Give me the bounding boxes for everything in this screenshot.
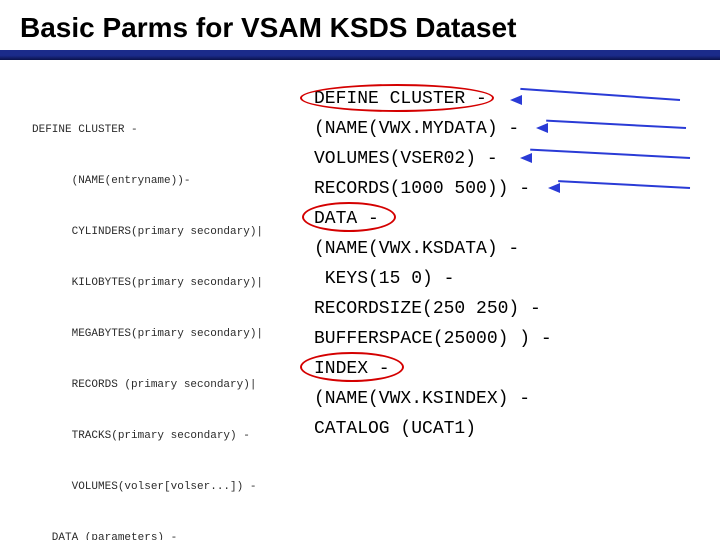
syntax-line: VOLUMES(volser[volser...]) -: [32, 479, 263, 496]
syntax-line: TRACKS(primary secondary) -: [32, 428, 263, 445]
example-line: (NAME(VWX.MYDATA) -: [298, 114, 552, 144]
example-line: DEFINE CLUSTER -: [298, 84, 552, 114]
syntax-line: KILOBYTES(primary secondary)|: [32, 275, 263, 292]
syntax-line: CYLINDERS(primary secondary)|: [32, 224, 263, 241]
example-line: (NAME(VWX.KSINDEX) -: [298, 384, 552, 414]
title-rule: [0, 50, 720, 60]
example-line: BUFFERSPACE(25000) ) -: [298, 324, 552, 354]
example-line: (NAME(VWX.KSDATA) -: [298, 234, 552, 264]
example-line: RECORDS(1000 500)) -: [298, 174, 552, 204]
example-line: KEYS(15 0) -: [298, 264, 552, 294]
syntax-line: MEGABYTES(primary secondary)|: [32, 326, 263, 343]
syntax-line: RECORDS (primary secondary)|: [32, 377, 263, 394]
example-line: INDEX -: [298, 354, 552, 384]
syntax-line: (NAME(entryname))-: [32, 173, 263, 190]
syntax-block: DEFINE CLUSTER - (NAME(entryname))- CYLI…: [32, 88, 263, 540]
example-line: CATALOG (UCAT1): [298, 414, 552, 444]
slide: Basic Parms for VSAM KSDS Dataset DEFINE…: [0, 0, 720, 540]
example-line: RECORDSIZE(250 250) -: [298, 294, 552, 324]
example-line: DATA -: [298, 204, 552, 234]
example-block: DEFINE CLUSTER - (NAME(VWX.MYDATA) - VOL…: [298, 84, 552, 444]
syntax-line: DEFINE CLUSTER -: [32, 122, 263, 139]
example-line: VOLUMES(VSER02) -: [298, 144, 552, 174]
syntax-line: DATA (parameters) -: [32, 530, 263, 540]
slide-title: Basic Parms for VSAM KSDS Dataset: [20, 12, 516, 44]
